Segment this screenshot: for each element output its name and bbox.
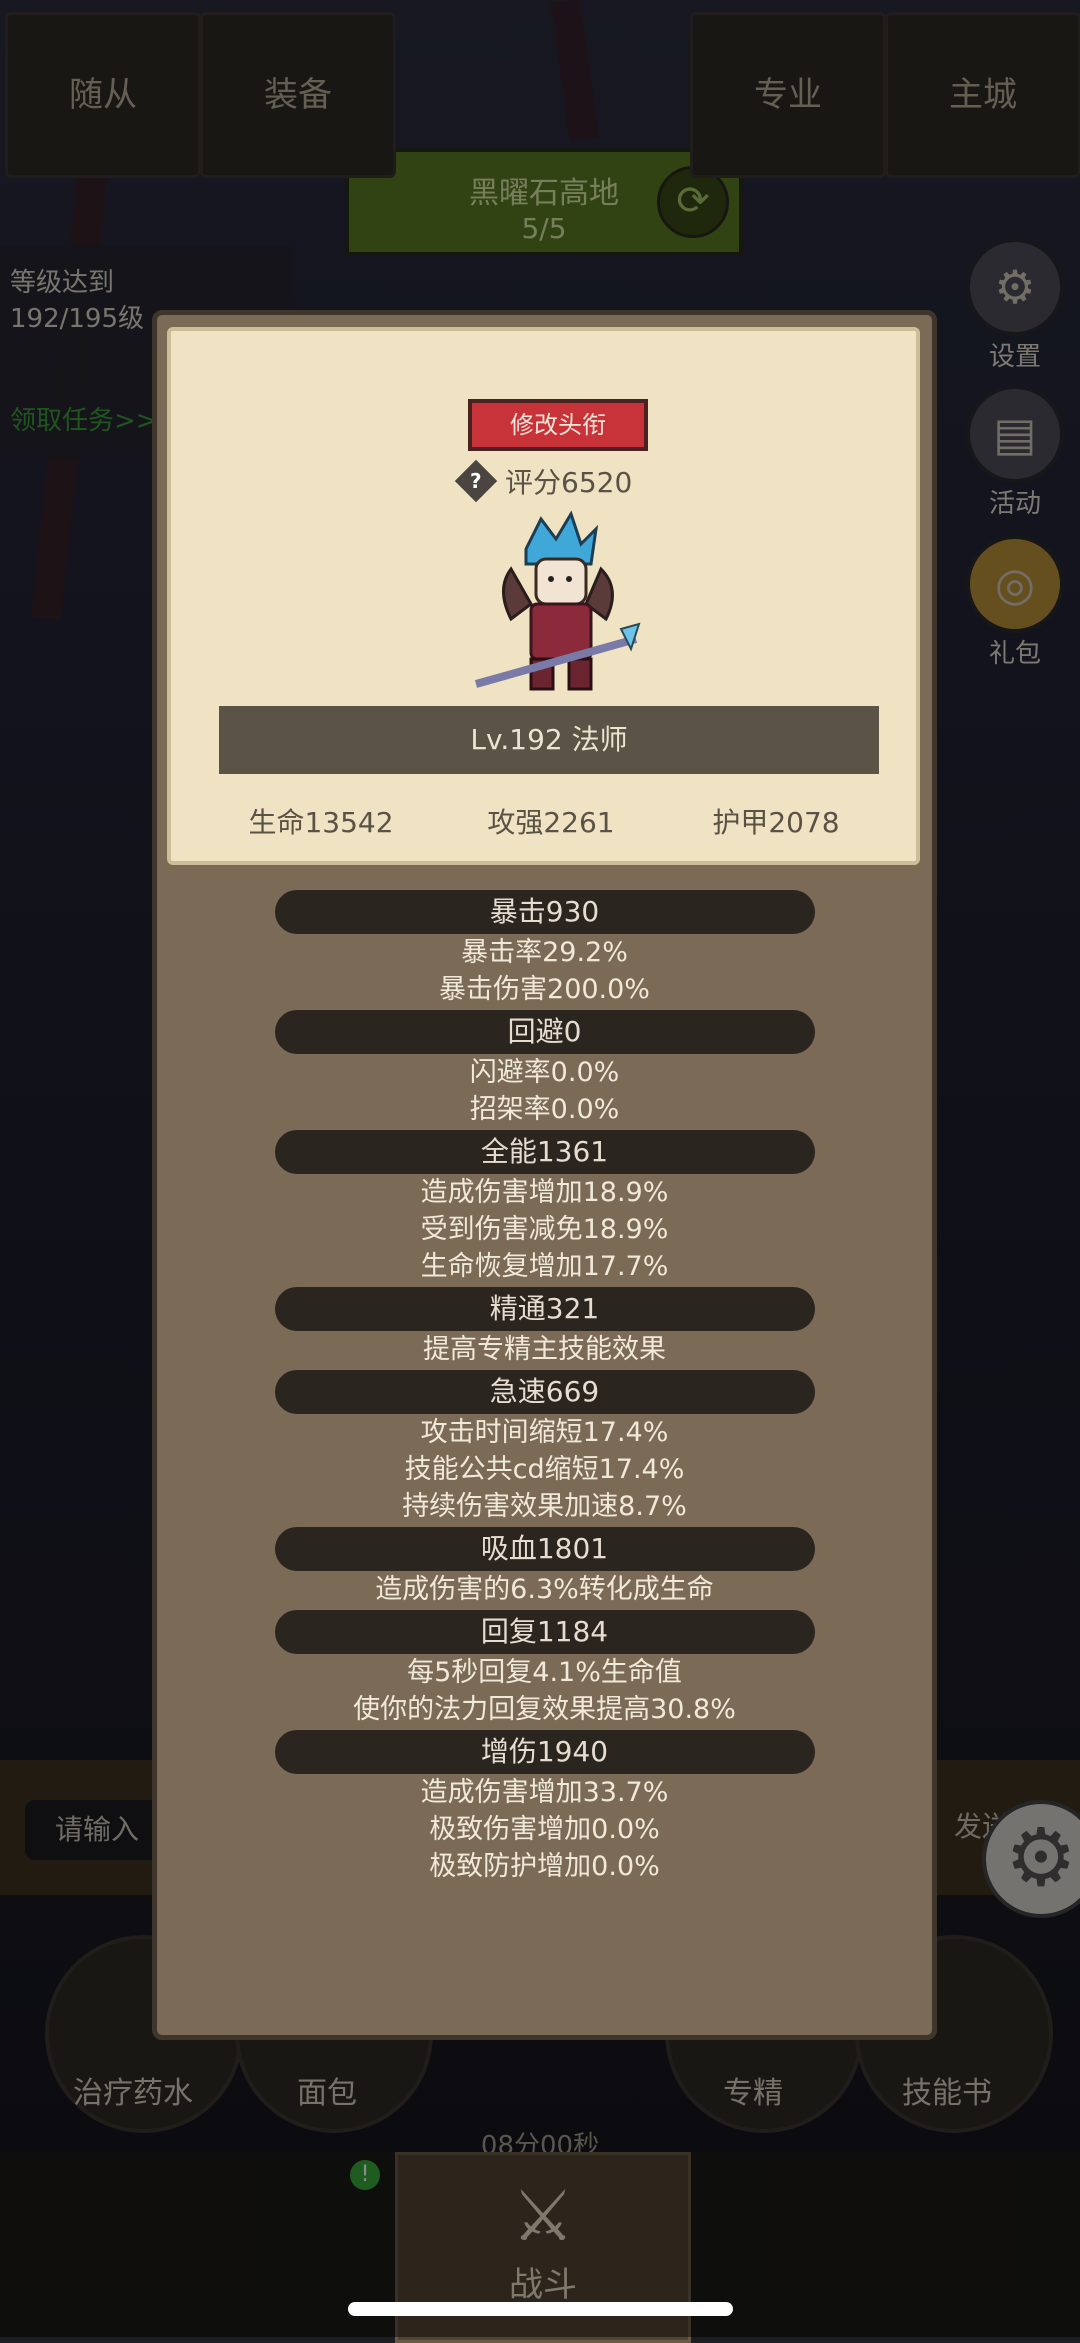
stat-group-header: 全能1361 [274, 1130, 815, 1174]
stat-line: 提高专精主技能效果 [423, 1334, 666, 1365]
stat-health: 生命13542 [248, 806, 394, 839]
stat-group-header: 增伤1940 [274, 1730, 815, 1774]
stat-line: 使你的法力回复效果提高30.8% [353, 1694, 736, 1725]
stat-group-header: 回避0 [274, 1010, 815, 1054]
stat-line: 造成伤害增加33.7% [420, 1777, 669, 1808]
stat-group-damage-bonus: 增伤1940 造成伤害增加33.7% 极致伤害增加0.0% 极致防护增加0.0% [157, 1730, 932, 1885]
stat-line: 极致防护增加0.0% [429, 1851, 660, 1882]
stat-line: 受到伤害减免18.9% [420, 1214, 669, 1245]
stat-armor: 护甲2078 [712, 806, 840, 839]
stat-group-mastery: 精通321 提高专精主技能效果 [157, 1287, 932, 1368]
score-value: 评分6520 [505, 466, 633, 499]
character-card: 修改头衔 ? 评分6520 Lv.192 法师 生命13542 攻强2261 护… [167, 327, 920, 865]
score-row: ? 评分6520 [454, 459, 661, 503]
stat-line: 暴击率29.2% [461, 937, 628, 968]
stat-line: 造成伤害增加18.9% [420, 1177, 669, 1208]
stat-line: 闪避率0.0% [469, 1057, 620, 1088]
character-stats-modal: 修改头衔 ? 评分6520 Lv.192 法师 生命13542 攻强2261 护… [152, 310, 937, 2040]
stat-group-avoidance: 回避0 闪避率0.0% 招架率0.0% [157, 1010, 932, 1128]
stat-line: 持续伤害效果加速8.7% [402, 1491, 687, 1522]
stat-group-leech: 吸血1801 造成伤害的6.3%转化成生命 [157, 1527, 932, 1608]
hero-avatar [471, 509, 641, 699]
stat-line: 造成伤害的6.3%转化成生命 [375, 1574, 714, 1605]
stat-group-header: 回复1184 [274, 1610, 815, 1654]
level-class-bar: Lv.192 法师 [219, 706, 879, 774]
stat-line: 攻击时间缩短17.4% [420, 1417, 669, 1448]
help-icon[interactable]: ? [454, 459, 498, 503]
stat-line: 招架率0.0% [469, 1094, 620, 1125]
stat-group-header: 暴击930 [274, 890, 815, 934]
stat-group-crit: 暴击930 暴击率29.2% 暴击伤害200.0% [157, 890, 932, 1008]
stat-group-haste: 急速669 攻击时间缩短17.4% 技能公共cd缩短17.4% 持续伤害效果加速… [157, 1370, 932, 1525]
stat-group-header: 吸血1801 [274, 1527, 815, 1571]
stat-group-header: 急速669 [274, 1370, 815, 1414]
stat-attack-power: 攻强2261 [487, 806, 615, 839]
stat-details: 暴击930 暴击率29.2% 暴击伤害200.0% 回避0 闪避率0.0% 招架… [157, 890, 932, 1887]
stat-line: 极致伤害增加0.0% [429, 1814, 660, 1845]
stat-line: 暴击伤害200.0% [439, 974, 650, 1005]
stat-line: 生命恢复增加17.7% [420, 1251, 669, 1282]
stat-group-header: 精通321 [274, 1287, 815, 1331]
stat-group-regen: 回复1184 每5秒回复4.1%生命值 使你的法力回复效果提高30.8% [157, 1610, 932, 1728]
home-indicator[interactable] [348, 2302, 733, 2316]
stat-line: 每5秒回复4.1%生命值 [407, 1657, 682, 1688]
stat-group-versatility: 全能1361 造成伤害增加18.9% 受到伤害减免18.9% 生命恢复增加17.… [157, 1130, 932, 1285]
change-title-button[interactable]: 修改头衔 [468, 399, 648, 451]
stat-line: 技能公共cd缩短17.4% [404, 1454, 685, 1485]
